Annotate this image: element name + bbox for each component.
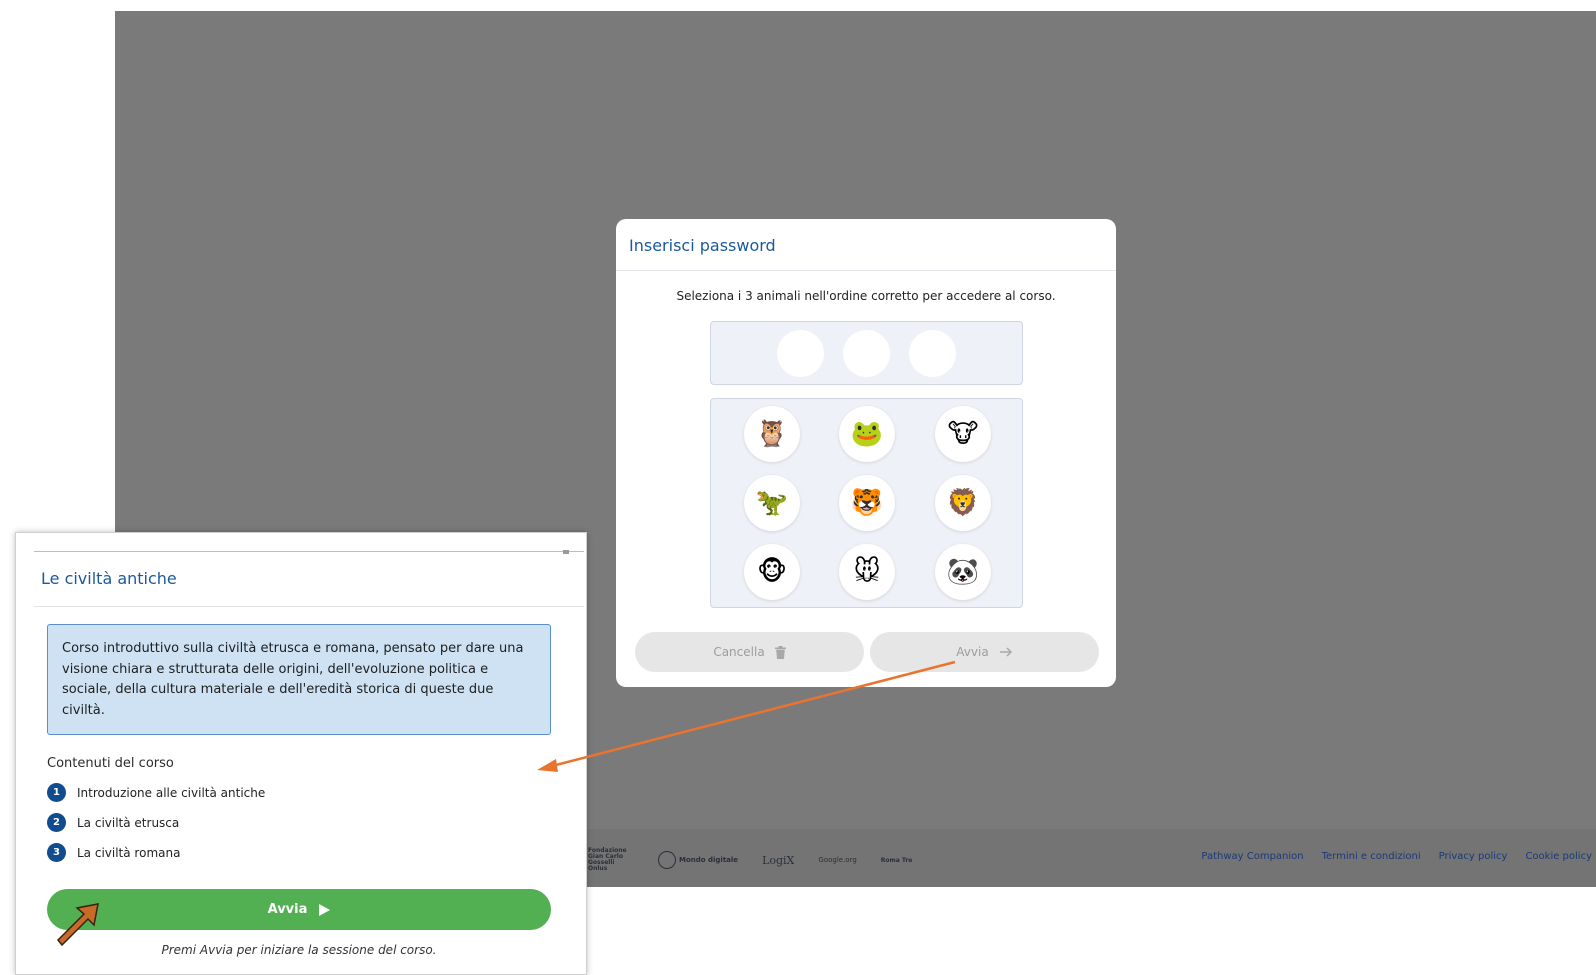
animal-mouse-button[interactable]: 🐭: [839, 544, 895, 600]
start-course-label: Avvia: [267, 902, 308, 917]
modal-title: Inserisci password: [629, 236, 776, 255]
lesson-item[interactable]: 2 La civiltà etrusca: [47, 813, 179, 832]
logo-logix: LogiX: [762, 853, 795, 867]
card-divider: [34, 606, 584, 607]
modal-header: Inserisci password: [616, 219, 1116, 271]
lesson-number-badge: 3: [47, 843, 66, 862]
cow-icon: 🐮: [947, 419, 979, 449]
course-card: Le civiltà antiche Corso introduttivo su…: [15, 532, 587, 975]
screenshot-stage: Fondazione Gian Carlo Gosselli Onlus Mon…: [0, 0, 1596, 975]
lesson-label: La civiltà romana: [77, 845, 181, 860]
course-description: Corso introduttivo sulla civiltà etrusca…: [47, 624, 551, 735]
animal-lion-button[interactable]: 🦁: [935, 475, 991, 531]
lesson-item[interactable]: 3 La civiltà romana: [47, 843, 180, 862]
arrow-right-icon: [999, 647, 1012, 657]
logo-fondazione: Fondazione Gian Carlo Gosselli Onlus: [588, 847, 627, 872]
cancel-button[interactable]: Cancella: [635, 632, 864, 672]
animal-tiger-button[interactable]: 🐯: [839, 475, 895, 531]
footer-link-privacy[interactable]: Privacy policy: [1439, 851, 1508, 862]
card-top-corner: [563, 550, 569, 554]
footer-logos: Fondazione Gian Carlo Gosselli Onlus Mon…: [588, 848, 912, 872]
lesson-number-badge: 1: [47, 783, 66, 802]
password-slot-1[interactable]: [777, 329, 824, 377]
logo-mondo-digitale-text: Mondo digitale: [679, 856, 739, 864]
password-slot-2[interactable]: [843, 329, 890, 377]
cancel-label: Cancella: [713, 645, 765, 659]
card-top-border: [34, 551, 584, 552]
mondo-digitale-ring-icon: [658, 851, 676, 869]
lesson-item[interactable]: 1 Introduzione alle civiltà antiche: [47, 783, 265, 802]
monkey-icon: 🐵: [756, 557, 788, 587]
logo-roma-tre: Roma Tre: [880, 856, 913, 864]
lesson-label: Introduzione alle civiltà antiche: [77, 785, 266, 800]
footer-link-terms[interactable]: Termini e condizioni: [1322, 851, 1421, 862]
modal-instruction: Seleziona i 3 animali nell'ordine corret…: [676, 289, 1056, 303]
footer-link-pathway[interactable]: Pathway Companion: [1201, 851, 1303, 862]
start-button-disabled[interactable]: Avvia: [870, 632, 1099, 672]
start-label: Avvia: [956, 645, 989, 659]
panda-icon: 🐼: [946, 557, 980, 587]
lesson-label: La civiltà etrusca: [77, 815, 180, 830]
animal-cow-button[interactable]: 🐮: [935, 406, 991, 462]
footer-links: Pathway Companion Termini e condizioni P…: [1201, 851, 1592, 862]
lesson-number-badge: 2: [47, 813, 66, 832]
animal-owl-button[interactable]: 🦉: [744, 406, 800, 462]
start-course-button[interactable]: Avvia: [47, 889, 551, 930]
contents-title: Contenuti del corso: [47, 756, 174, 771]
course-title: Le civiltà antiche: [41, 569, 177, 588]
start-hint: Premi Avvia per iniziare la sessione del…: [161, 943, 437, 957]
play-icon: [319, 903, 331, 916]
owl-icon: 🦉: [755, 419, 789, 449]
animal-panda-button[interactable]: 🐼: [935, 544, 991, 600]
password-modal: Inserisci password Seleziona i 3 animali…: [616, 219, 1116, 687]
logo-google-org: Google.org: [818, 856, 857, 864]
animal-monkey-button[interactable]: 🐵: [744, 544, 800, 600]
tiger-icon: 🐯: [850, 488, 884, 518]
frog-icon: 🐸: [850, 419, 884, 449]
password-slot-3[interactable]: [909, 329, 956, 377]
lion-icon: 🦁: [946, 488, 980, 518]
animal-dinosaur-button[interactable]: 🦖: [744, 475, 800, 531]
animal-grid: 🦉 🐸 🐮 🦖 🐯 🦁 🐵 🐭 🐼: [710, 398, 1023, 608]
mouse-icon: 🐭: [853, 557, 881, 587]
password-slots: [710, 321, 1023, 385]
animal-frog-button[interactable]: 🐸: [839, 406, 895, 462]
footer-link-cookie[interactable]: Cookie policy: [1525, 851, 1592, 862]
trash-icon: [774, 645, 786, 659]
logo-mondo-digitale: Mondo digitale: [658, 851, 738, 869]
dinosaur-icon: 🦖: [755, 488, 789, 518]
